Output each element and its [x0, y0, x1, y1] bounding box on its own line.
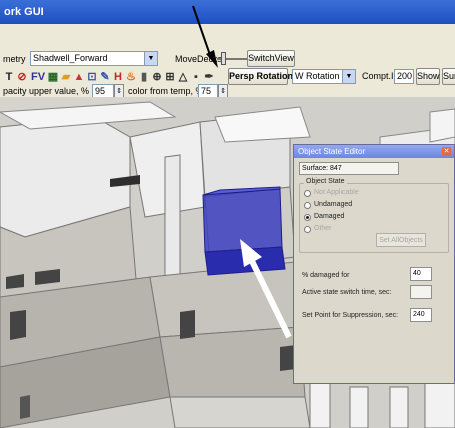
pillar: [349, 386, 369, 428]
room-wall: [164, 154, 181, 293]
radio-button[interactable]: [304, 190, 311, 197]
surface-field: Surface: 847: [299, 162, 399, 175]
damaged-label: % damaged for: [302, 272, 350, 279]
switch-time-input[interactable]: [410, 285, 432, 299]
object-state-group-label: Object State: [304, 178, 347, 185]
dialog-titlebar: Object State Editor ✕: [294, 145, 454, 158]
suppression-label: Set Point for Suppression, sec:: [302, 312, 399, 319]
radio-button[interactable]: [304, 226, 311, 233]
suppression-input[interactable]: 240: [410, 308, 432, 322]
set-all-objects-button[interactable]: Set AllObjects: [376, 233, 426, 247]
pillar: [424, 376, 455, 428]
floor-section: [169, 396, 311, 428]
radio-label: Damaged: [314, 213, 345, 220]
switch-time-label: Active state switch time, sec:: [302, 289, 392, 296]
annotation-pointer: [192, 5, 218, 68]
window-opening: [20, 395, 30, 419]
radio-label: Other: [314, 225, 332, 232]
dialog-title: Object State Editor: [298, 147, 366, 156]
object-state-editor-dialog: Object State Editor ✕ Surface: 847 Objec…: [293, 144, 455, 384]
radio-label: Undamaged: [314, 201, 353, 208]
pillar: [309, 381, 331, 428]
room-wall: [429, 108, 455, 143]
pillar: [389, 386, 409, 428]
window-opening: [10, 310, 26, 340]
radio-label: Not Applicable: [314, 189, 359, 196]
close-icon[interactable]: ✕: [442, 147, 451, 156]
radio-button[interactable]: [304, 202, 311, 209]
radio-button[interactable]: [304, 214, 311, 221]
damaged-input[interactable]: 40: [410, 267, 432, 281]
window-opening: [180, 310, 195, 339]
